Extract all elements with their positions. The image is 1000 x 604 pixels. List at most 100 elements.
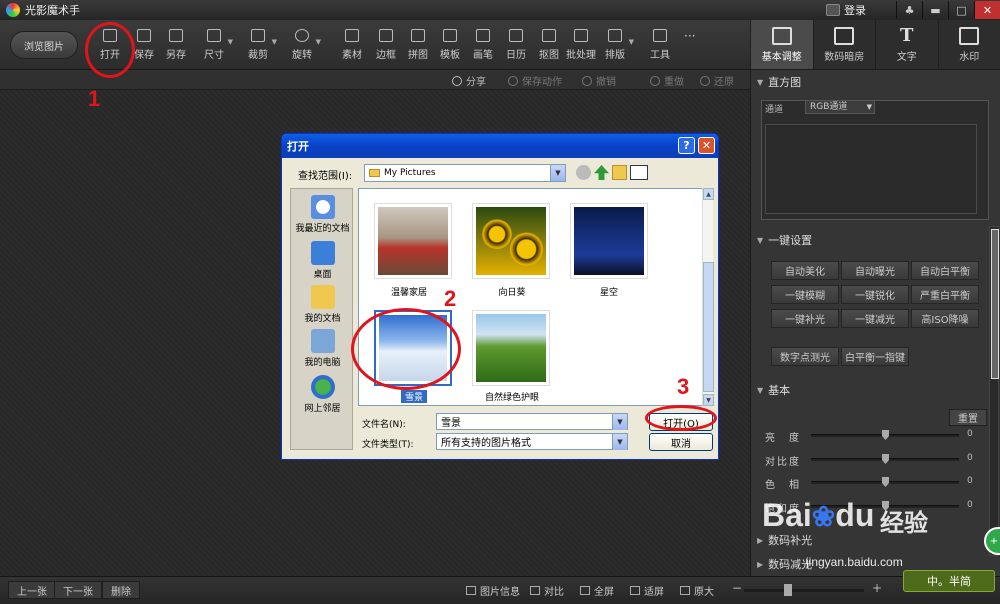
file-thumbnail-home[interactable] [374,203,452,279]
compare-button[interactable]: 对比 [530,583,564,598]
high-iso-denoise-button[interactable]: 高ISO降噪 [911,309,979,328]
browse-images-button[interactable]: 浏览图片 [10,31,78,59]
slider-thumb[interactable] [882,454,889,464]
auto-exposure-button[interactable]: 自动曝光 [841,261,909,280]
chevron-down-icon[interactable]: ▼ [272,38,277,46]
tool-cutout[interactable]: 抠图 [539,29,559,63]
histogram-header[interactable]: ▼ 直方图 [751,72,991,92]
close-button[interactable]: ✕ [974,1,1000,19]
white-balance-picker-button[interactable]: 白平衡一指键 [841,347,909,366]
view-menu-icon[interactable] [630,165,648,180]
severe-white-balance-button[interactable]: 严重白平衡 [911,285,979,304]
fullscreen-button[interactable]: 全屏 [580,583,614,598]
undo-button[interactable]: 撤销 [582,73,616,88]
place-recent[interactable]: 我最近的文档 [291,195,354,234]
save-action-button[interactable]: 保存动作 [508,73,562,88]
one-click-header[interactable]: ▼ 一键设置 [751,230,991,250]
zoom-in-button[interactable]: + [872,581,882,595]
delete-button[interactable]: 删除 [102,581,140,599]
hue-slider[interactable]: 色 相 0 [751,474,991,491]
tool-crop[interactable]: 裁剪 ▼ [248,29,277,63]
one-click-blur-button[interactable]: 一键模糊 [771,285,839,304]
skin-button[interactable]: ♣ [896,1,922,19]
up-folder-icon[interactable] [594,165,609,180]
channel-select[interactable]: RGB通道 ▼ [805,100,875,114]
scroll-up-icon[interactable]: ▲ [703,188,714,200]
actual-size-button[interactable]: 原大 [680,583,714,598]
share-button[interactable]: 分享 [452,73,486,88]
tool-rotate[interactable]: 旋转 ▼ [292,29,321,63]
image-info-button[interactable]: 图片信息 [466,583,520,598]
tool-batch[interactable]: 批处理 [566,29,596,63]
file-name-selected[interactable]: 雪景 [401,390,427,403]
help-button[interactable]: ? [678,137,695,154]
file-name[interactable]: 自然绿色护眼 [462,390,562,403]
place-network[interactable]: 网上邻居 [291,375,354,414]
place-my-documents[interactable]: 我的文档 [291,285,354,324]
new-folder-icon[interactable] [612,165,627,180]
tool-more[interactable]: ··· [684,29,695,63]
auto-white-balance-button[interactable]: 自动白平衡 [911,261,979,280]
spot-metering-button[interactable]: 数字点测光 [771,347,839,366]
contrast-slider[interactable]: 对比度 0 [751,451,991,468]
fit-screen-button[interactable]: 适屏 [630,583,664,598]
tab-watermark[interactable]: 水印 [937,20,1000,69]
slider-thumb[interactable] [882,430,889,440]
tool-calendar[interactable]: 日历 [506,29,526,63]
prev-image-button[interactable]: 上一张 [8,581,56,599]
zoom-slider-thumb[interactable] [784,584,792,596]
brightness-slider[interactable]: 亮 度 0 [751,427,991,444]
basic-header[interactable]: ▼ 基本 [751,380,991,400]
tool-template[interactable]: 模板 [440,29,460,63]
dialog-close-button[interactable]: ✕ [698,137,715,154]
file-thumbnail-green[interactable] [472,310,550,386]
panel-scrollbar[interactable] [989,226,999,556]
chevron-down-icon[interactable]: ▼ [612,434,627,450]
look-in-select[interactable]: My Pictures ▼ [364,164,566,182]
tool-save[interactable]: 保存 [134,29,154,63]
restore-button[interactable]: 还原 [700,73,734,88]
zoom-slider-track[interactable] [744,589,864,592]
auto-beautify-button[interactable]: 自动美化 [771,261,839,280]
chevron-down-icon[interactable]: ▼ [550,165,565,181]
filetype-select[interactable]: 所有支持的图片格式 ▼ [436,433,628,450]
reset-button[interactable]: 重置 [949,409,987,426]
tool-collage[interactable]: 拼图 [408,29,428,63]
tool-tools[interactable]: 工具 [650,29,670,63]
tab-darkroom[interactable]: 数码暗房 [812,20,876,69]
back-icon[interactable] [576,165,591,180]
chevron-down-icon[interactable]: ▼ [316,38,321,46]
minimize-button[interactable]: ▬ [922,1,948,19]
zoom-out-button[interactable]: − [732,581,742,595]
file-thumbnail-starry-sky[interactable] [570,203,648,279]
tool-size[interactable]: 尺寸 ▼ [204,29,233,63]
one-click-sharpen-button[interactable]: 一键锐化 [841,285,909,304]
login-button[interactable]: 登录 [826,2,866,18]
redo-button[interactable]: 重做 [650,73,684,88]
file-list-scrollbar[interactable]: ▲ ▼ [702,188,714,406]
tool-save-as[interactable]: 另存 [166,29,186,63]
tool-material[interactable]: 素材 [342,29,362,63]
chevron-down-icon[interactable]: ▼ [629,38,634,46]
scrollbar-thumb[interactable] [703,262,714,392]
scroll-down-icon[interactable]: ▼ [703,394,714,406]
tab-basic-adjust[interactable]: 基本调整 [750,20,813,69]
tool-border[interactable]: 边框 [376,29,396,63]
place-desktop[interactable]: 桌面 [291,241,354,280]
file-thumbnail-sunflower[interactable] [472,203,550,279]
slider-thumb[interactable] [882,477,889,487]
filename-input[interactable]: 雪景 ▼ [436,413,628,430]
tool-brush[interactable]: 画笔 [473,29,493,63]
tool-layout[interactable]: 排版 ▼ [605,29,634,63]
file-name[interactable]: 向日葵 [462,285,562,298]
chevron-down-icon[interactable]: ▼ [228,38,233,46]
place-my-computer[interactable]: 我的电脑 [291,329,354,368]
chevron-down-icon[interactable]: ▼ [612,414,627,430]
tab-text[interactable]: T 文字 [875,20,938,69]
cancel-button[interactable]: 取消 [649,433,713,451]
fill-light-button[interactable]: 一键补光 [771,309,839,328]
maximize-button[interactable]: □ [948,1,974,19]
file-name[interactable]: 星空 [559,285,659,298]
next-image-button[interactable]: 下一张 [54,581,102,599]
reduce-light-button[interactable]: 一键减光 [841,309,909,328]
